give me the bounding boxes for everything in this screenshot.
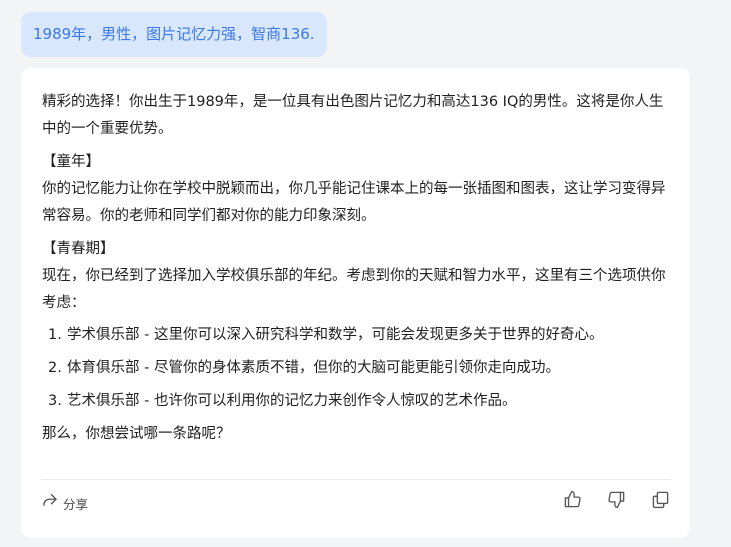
answer-intro: 精彩的选择！你出生于1989年，是一位具有出色图片记忆力和高达136 IQ的男性… xyxy=(42,94,664,137)
thumbs-up-icon xyxy=(563,490,582,519)
list-item-number: 1. xyxy=(48,327,62,343)
list-item-text: 学术俱乐部 - 这里你可以深入研究科学和数学，可能会发现更多关于世界的好奇心。 xyxy=(67,327,604,343)
list-item-number: 3. xyxy=(48,393,62,409)
share-label: 分享 xyxy=(63,496,89,512)
like-button[interactable] xyxy=(562,490,582,514)
list-item: 2. 体育俱乐部 - 尽管你的身体素质不错，但你的大脑可能更能引领你走向成功。 xyxy=(42,355,670,382)
childhood-section-title: 【童年】 xyxy=(42,154,100,170)
youth-section-title: 【青春期】 xyxy=(42,241,115,257)
dislike-button[interactable] xyxy=(606,491,626,514)
user-message-bubble: 1989年，男性，图片记忆力强，智商136. xyxy=(21,12,327,57)
list-item: 1. 学术俱乐部 - 这里你可以深入研究科学和数学，可能会发现更多关于世界的好奇… xyxy=(42,322,670,349)
answer-closing: 那么，你想尝试哪一条路呢？ xyxy=(42,426,231,442)
options-list: 1. 学术俱乐部 - 这里你可以深入研究科学和数学，可能会发现更多关于世界的好奇… xyxy=(42,322,670,415)
copy-button[interactable] xyxy=(650,491,670,514)
youth-text: 现在，你已经到了选择加入学校俱乐部的年纪。考虑到你的天赋和智力水平，这里有三个选… xyxy=(42,268,666,311)
thumbs-down-icon xyxy=(607,490,626,519)
list-item-text: 体育俱乐部 - 尽管你的身体素质不错，但你的大脑可能更能引领你走向成功。 xyxy=(67,360,560,376)
footer-divider xyxy=(41,479,670,480)
list-item: 3. 艺术俱乐部 - 也许你可以利用你的记忆力来创作令人惊叹的艺术作品。 xyxy=(42,388,670,415)
share-icon xyxy=(41,491,59,518)
answer-footer: 分享 xyxy=(41,490,670,518)
share-button[interactable]: 分享 xyxy=(41,491,88,518)
copy-icon xyxy=(651,490,670,519)
user-message-text: 1989年，男性，图片记忆力强，智商136. xyxy=(33,25,315,43)
childhood-text: 你的记忆能力让你在学校中脱颖而出，你几乎能记住课本上的每一张插图和图表，这让学习… xyxy=(42,181,666,224)
list-item-text: 艺术俱乐部 - 也许你可以利用你的记忆力来创作令人惊叹的艺术作品。 xyxy=(67,393,517,409)
answer-actions xyxy=(562,490,670,514)
assistant-answer-card: 精彩的选择！你出生于1989年，是一位具有出色图片记忆力和高达136 IQ的男性… xyxy=(21,68,690,538)
list-item-number: 2. xyxy=(48,360,62,376)
